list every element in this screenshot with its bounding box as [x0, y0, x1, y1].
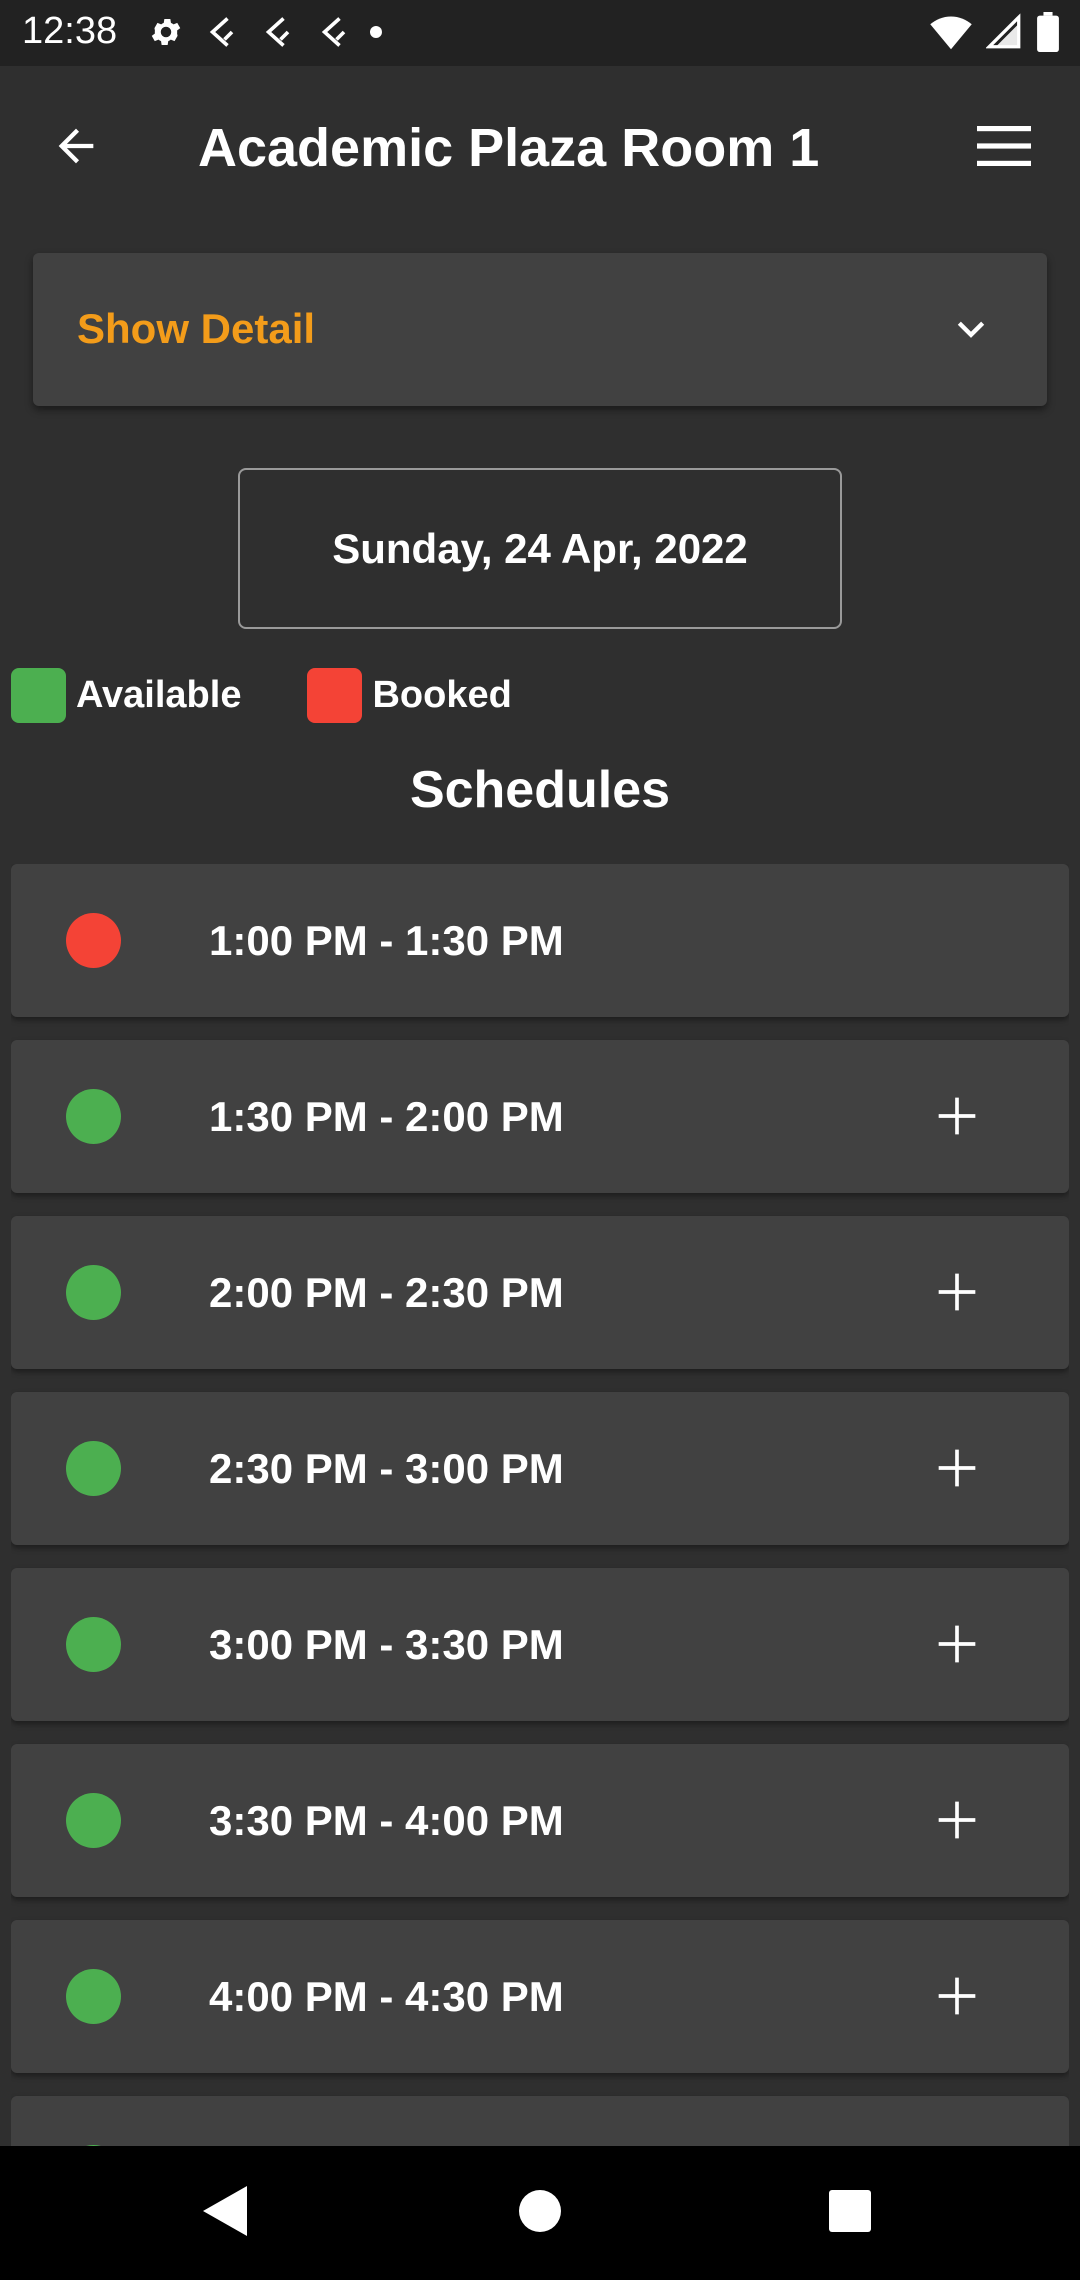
plus-icon [938, 1273, 976, 1311]
plus-icon [938, 1449, 976, 1487]
show-detail-label: Show Detail [77, 305, 316, 352]
app-bar: Academic Plaza Room 1 [0, 66, 1080, 226]
nav-recents-icon [828, 2189, 872, 2238]
available-status-dot [66, 1793, 121, 1848]
status-system-icons [930, 12, 1060, 57]
schedule-slot-available[interactable]: 1:30 PM - 2:00 PM [11, 1040, 1069, 1193]
booked-swatch [307, 667, 363, 723]
slot-time: 2:00 PM - 2:30 PM [209, 1269, 564, 1316]
nav-back-button[interactable] [195, 2183, 255, 2243]
available-status-dot [66, 1617, 121, 1672]
dot-icon [368, 14, 384, 55]
signal-icon [985, 13, 1022, 56]
schedule-list[interactable]: 1:00 PM - 1:30 PM 1:30 PM - 2:00 PM 2:00… [11, 864, 1069, 2146]
add-booking-button[interactable] [929, 1616, 985, 1672]
add-booking-button[interactable] [929, 1264, 985, 1320]
show-detail-panel[interactable]: Show Detail [33, 253, 1047, 406]
nav-recents-button[interactable] [820, 2183, 880, 2243]
schedule-slot-booked: 1:00 PM - 1:30 PM [11, 864, 1069, 1017]
settings-icon [148, 14, 184, 55]
schedule-slot-available[interactable]: 3:00 PM - 3:30 PM [11, 1568, 1069, 1721]
plus-icon [938, 1097, 976, 1135]
slot-time: 3:30 PM - 4:00 PM [209, 1797, 564, 1844]
wifi-icon [930, 13, 972, 56]
plus-icon [938, 1801, 976, 1839]
nav-back-icon [203, 2185, 247, 2241]
flutter-icon [312, 14, 352, 55]
status-legend: Available Booked [11, 667, 578, 723]
legend-available: Available [11, 667, 242, 723]
legend-booked-label: Booked [372, 673, 512, 716]
legend-available-label: Available [76, 673, 242, 716]
date-picker-button[interactable]: Sunday, 24 Apr, 2022 [238, 468, 842, 629]
schedule-slot-available[interactable]: 3:30 PM - 4:00 PM [11, 1744, 1069, 1897]
add-booking-button[interactable] [929, 1968, 985, 2024]
status-notification-icons [148, 14, 384, 55]
available-status-dot [66, 1969, 121, 2024]
schedule-slot-available[interactable]: 4:00 PM - 4:30 PM [11, 1920, 1069, 2073]
flutter-icon [256, 14, 296, 55]
plus-icon [938, 1625, 976, 1663]
slot-time: 4:00 PM - 4:30 PM [209, 1973, 564, 2020]
add-booking-button[interactable] [929, 1440, 985, 1496]
available-status-dot [66, 1265, 121, 1320]
available-status-dot [66, 1441, 121, 1496]
available-status-dot [66, 1089, 121, 1144]
schedules-heading: Schedules [409, 761, 671, 819]
menu-button[interactable] [968, 112, 1040, 184]
slot-time: 2:30 PM - 3:00 PM [209, 1445, 564, 1492]
schedule-slot-available[interactable]: 2:00 PM - 2:30 PM [11, 1216, 1069, 1369]
arrow-back-icon [50, 120, 102, 177]
add-booking-button[interactable] [929, 1088, 985, 1144]
system-nav-bar [0, 2146, 1080, 2280]
selected-date: Sunday, 24 Apr, 2022 [332, 524, 748, 572]
slot-time: 1:00 PM - 1:30 PM [209, 917, 564, 964]
slot-time: 3:00 PM - 3:30 PM [209, 1621, 564, 1668]
status-time: 12:38 [22, 10, 118, 52]
slot-time: 1:30 PM - 2:00 PM [209, 1093, 564, 1140]
chevron-down-icon[interactable] [945, 303, 997, 355]
plus-icon [938, 1977, 976, 2015]
booked-status-dot [66, 913, 121, 968]
add-booking-button[interactable] [929, 1792, 985, 1848]
schedule-slot-available[interactable] [11, 2096, 1069, 2146]
status-bar: 12:38 [0, 0, 1080, 66]
schedule-slot-available[interactable]: 2:30 PM - 3:00 PM [11, 1392, 1069, 1545]
battery-icon [1036, 12, 1060, 57]
nav-home-button[interactable] [510, 2183, 570, 2243]
menu-icon [977, 125, 1031, 171]
back-button[interactable] [40, 112, 112, 184]
legend-booked: Booked [307, 667, 512, 723]
page-title: Academic Plaza Room 1 [198, 118, 820, 178]
nav-home-icon [518, 2189, 562, 2238]
flutter-icon [200, 14, 240, 55]
available-swatch [11, 667, 66, 723]
